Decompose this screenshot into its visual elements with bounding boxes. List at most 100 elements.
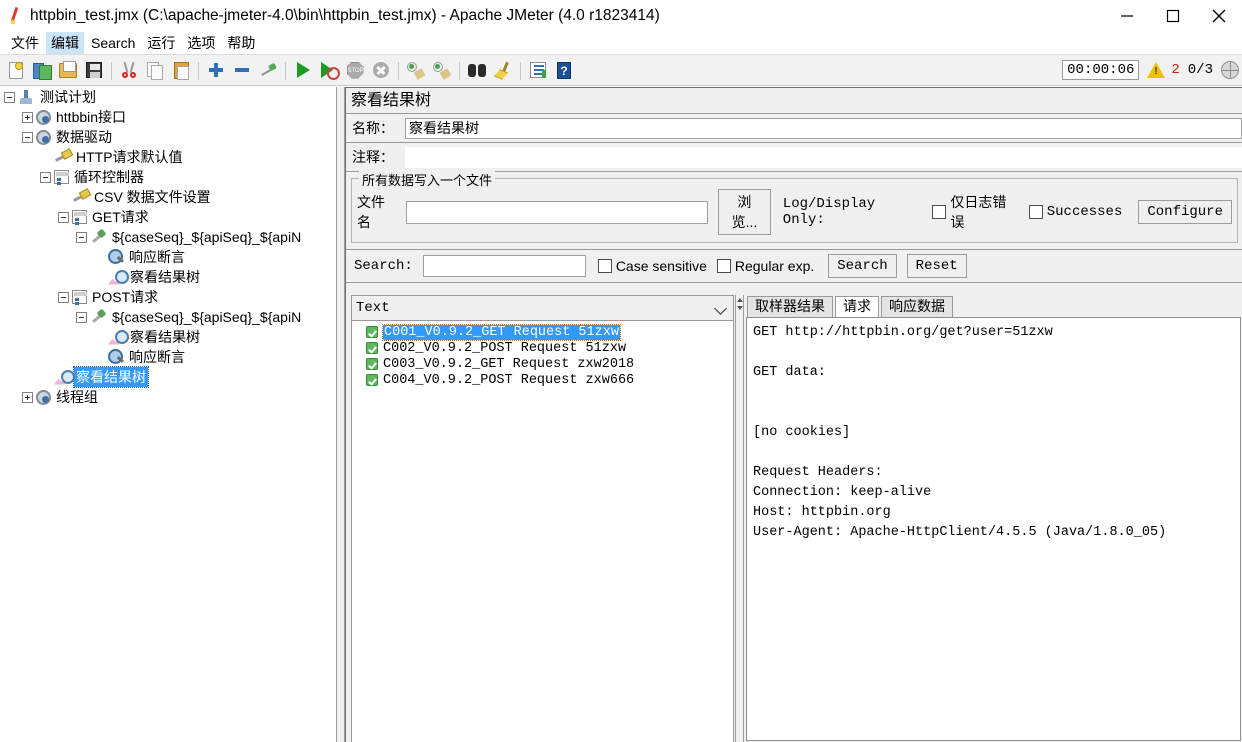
cut-icon[interactable] [116, 56, 142, 84]
copy-icon[interactable] [142, 56, 168, 84]
request-body-line [753, 383, 1234, 403]
search-button[interactable]: Search [828, 254, 897, 278]
tree-node[interactable]: 响应断言 [0, 347, 336, 367]
name-input[interactable] [405, 117, 1242, 139]
collapse-icon[interactable] [76, 311, 87, 323]
help-icon[interactable]: ? [551, 56, 577, 84]
tree-node[interactable]: POST请求 [0, 287, 336, 307]
minimize-icon[interactable] [1104, 0, 1150, 32]
collapse-icon[interactable] [40, 171, 51, 183]
result-list-item[interactable]: C004_V0.9.2_POST Request zxw666 [352, 372, 733, 388]
tree-node[interactable]: 数据驱动 [0, 127, 336, 147]
result-list-item[interactable]: C003_V0.9.2_GET Request zxw2018 [352, 356, 733, 372]
globe-icon[interactable] [1221, 61, 1239, 79]
tree-node[interactable]: 响应断言 [0, 247, 336, 267]
tree-node[interactable]: ${caseSeq}_${apiSeq}_${apiN [0, 227, 336, 247]
tree-node[interactable]: 线程组 [0, 387, 336, 407]
renderer-selected-value: Text [356, 300, 390, 316]
function-helper-icon[interactable] [525, 56, 551, 84]
successes-checkbox[interactable] [1028, 205, 1043, 219]
add-icon[interactable] [203, 56, 229, 84]
tree-node[interactable]: ${caseSeq}_${apiSeq}_${apiN [0, 307, 336, 327]
result-list-item[interactable]: C001_V0.9.2_GET Request 51zxw [352, 323, 733, 341]
start-no-pauses-icon[interactable] [316, 56, 342, 84]
collapse-icon[interactable] [58, 211, 69, 223]
browse-button[interactable]: 浏览... [718, 189, 771, 235]
splitter-up-arrow-icon[interactable] [737, 298, 743, 302]
maximize-icon[interactable] [1150, 0, 1196, 32]
splitter-down-arrow-icon[interactable] [737, 306, 743, 310]
detail-tab[interactable]: 取样器结果 [747, 296, 833, 317]
menu-item-help[interactable]: 帮助 [222, 32, 260, 54]
expand-icon[interactable] [22, 111, 33, 123]
start-icon[interactable] [290, 56, 316, 84]
filename-input[interactable] [406, 200, 709, 224]
vertical-splitter[interactable] [336, 87, 345, 742]
tree-node[interactable]: 测试计划 [0, 87, 336, 107]
warning-icon[interactable] [1147, 62, 1166, 78]
config-element-icon [72, 189, 89, 206]
close-icon[interactable] [1196, 0, 1242, 32]
clear-all-icon[interactable] [429, 56, 455, 84]
detail-tab[interactable]: 请求 [835, 296, 879, 317]
jmeter-icon [0, 0, 30, 32]
toggle-icon[interactable] [255, 56, 281, 84]
save-icon[interactable] [81, 56, 107, 84]
thread-group-icon [36, 129, 51, 145]
search-icon[interactable] [464, 56, 490, 84]
page-title: 察看结果树 [346, 88, 1242, 114]
search-input[interactable] [422, 255, 586, 277]
errors-only-checkbox[interactable] [932, 205, 947, 219]
request-body-line: [no cookies] [753, 425, 851, 440]
tree-node-label: ${caseSeq}_${apiSeq}_${apiN [112, 309, 302, 325]
menu-item-run[interactable]: 运行 [142, 32, 180, 54]
request-body-line [753, 343, 1234, 363]
search-reset-icon[interactable] [490, 56, 516, 84]
comment-input[interactable] [405, 146, 1242, 168]
new-icon[interactable] [3, 56, 29, 84]
collapse-icon[interactable] [58, 291, 69, 303]
tree-node[interactable]: 循环控制器 [0, 167, 336, 187]
thread-count: 0/3 [1187, 62, 1213, 78]
results-list[interactable]: C001_V0.9.2_GET Request 51zxw C002_V0.9.2… [352, 321, 733, 388]
open-icon[interactable] [55, 56, 81, 84]
detail-tabs[interactable]: 取样器结果 请求 响应数据 [744, 295, 1242, 317]
tree-node[interactable]: 察看结果树 [0, 327, 336, 347]
renderer-combo[interactable]: Text [352, 296, 733, 321]
configure-button[interactable]: Configure [1138, 200, 1232, 224]
expand-icon[interactable] [22, 391, 33, 403]
menu-item-file[interactable]: 文件 [6, 32, 44, 54]
results-list-panel[interactable]: Text C001_V0.9.2_GET Request 51zxw C002_V… [351, 295, 734, 742]
case-sensitive-checkbox[interactable] [597, 259, 612, 273]
templates-icon[interactable] [29, 56, 55, 84]
controller-icon [72, 290, 87, 304]
remove-icon[interactable] [229, 56, 255, 84]
regex-checkbox[interactable] [716, 259, 731, 273]
collapse-icon[interactable] [76, 231, 87, 243]
reset-button[interactable]: Reset [906, 254, 967, 278]
tree-node[interactable]: GET请求 [0, 207, 336, 227]
tree-node[interactable]: HTTP请求默认值 [0, 147, 336, 167]
shutdown-icon[interactable] [368, 56, 394, 84]
test-plan-tree[interactable]: 测试计划 httbbin接口 数据驱动 HTTP请求默认值 循环控制器 CSV 数据文件设… [0, 87, 336, 742]
results-splitter[interactable] [735, 295, 744, 742]
stop-icon[interactable]: STOP [342, 56, 368, 84]
request-body[interactable]: GET http://httpbin.org/get?user=51zxw GE… [746, 317, 1241, 741]
menu-item-edit[interactable]: 编辑 [46, 32, 84, 54]
paste-icon[interactable] [168, 56, 194, 84]
menu-item-search[interactable]: Search [86, 34, 140, 52]
assertion-icon [108, 249, 124, 265]
result-list-item[interactable]: C002_V0.9.2_POST Request 51zxw [352, 340, 733, 356]
tree-node[interactable]: CSV 数据文件设置 [0, 187, 336, 207]
search-label: Search: [354, 258, 413, 274]
collapse-icon[interactable] [22, 131, 33, 143]
detail-tab[interactable]: 响应数据 [881, 296, 953, 317]
clear-icon[interactable] [403, 56, 429, 84]
collapse-icon[interactable] [4, 91, 15, 103]
tree-node[interactable]: httbbin接口 [0, 107, 336, 127]
menu-item-options[interactable]: 选项 [182, 32, 220, 54]
tree-node[interactable]: 察看结果树 [0, 366, 336, 388]
tree-node[interactable]: 察看结果树 [0, 267, 336, 287]
